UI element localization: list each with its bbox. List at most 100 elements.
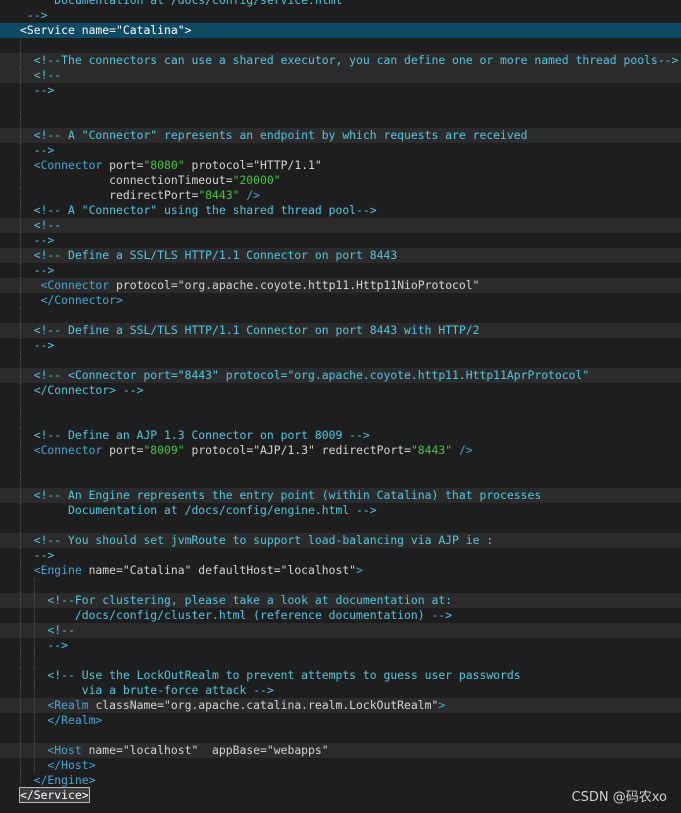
code-line[interactable]: --> [0,638,681,653]
code-token-tag: </Connector> [20,293,123,307]
code-line[interactable]: </Connector> --> [0,383,681,398]
code-token-comment: <!-- [20,68,62,82]
code-text: <Service name="Catalina"> [20,23,191,38]
indent-guide [34,578,35,593]
code-token-tag: <Realm [20,698,96,712]
code-token-comment: <!-- Define a SSL/TLS HTTP/1.1 Connector… [20,323,480,337]
code-line[interactable]: --> [0,233,681,248]
code-token-text: "HTTP/1.1" [253,158,322,172]
code-line[interactable]: --> [0,548,681,563]
code-line[interactable]: <!-- [0,68,681,83]
code-line[interactable] [0,653,681,668]
code-line[interactable]: <!-- Define an AJP 1.3 Connector on port… [0,428,681,443]
indent-guide [20,353,21,368]
code-line[interactable] [0,308,681,323]
code-line[interactable]: <Connector port="8080" protocol="HTTP/1.… [0,158,681,173]
code-token-comment: <!-- [20,218,62,232]
code-text: <!-- Define an AJP 1.3 Connector on port… [20,428,370,443]
code-token-comment: --> [20,548,55,562]
code-line[interactable]: <!-- Use the LockOutRealm to prevent att… [0,668,681,683]
code-text: <!-- [20,218,61,233]
code-text: <Host name="localhost" appBase="webapps" [20,743,329,758]
code-line[interactable]: <Realm className="org.apache.catalina.re… [0,698,681,713]
code-token-comment: <!-- Define an AJP 1.3 Connector on port… [20,428,370,442]
code-line[interactable]: via a brute-force attack --> [0,683,681,698]
code-line[interactable]: <!-- You should set jvmRoute to support … [0,533,681,548]
code-line[interactable]: <!-- [0,218,681,233]
code-editor[interactable]: Documentation at /docs/config/service.ht… [0,0,681,813]
code-line[interactable] [0,578,681,593]
code-text: <!-- Use the LockOutRealm to prevent att… [20,668,520,683]
code-token-comment: <!-- Define a SSL/TLS HTTP/1.1 Connector… [20,248,398,262]
code-line[interactable]: redirectPort="8443" /> [0,188,681,203]
code-line[interactable]: <!-- Define a SSL/TLS HTTP/1.1 Connector… [0,248,681,263]
code-line[interactable]: <!-- A "Connector" represents an endpoin… [0,128,681,143]
code-line[interactable]: /docs/config/cluster.html (reference doc… [0,608,681,623]
code-line[interactable]: Documentation at /docs/config/service.ht… [0,0,681,8]
code-text: <!-- A "Connector" represents an endpoin… [20,128,528,143]
code-text: <!--The connectors can use a shared exec… [20,53,679,68]
code-text: via a brute-force attack --> [20,683,274,698]
code-line[interactable]: <!--For clustering, please take a look a… [0,593,681,608]
code-token-attr: protocol= [116,278,178,292]
code-line[interactable]: <!--The connectors can use a shared exec… [0,53,681,68]
code-token-comment: --> [20,83,55,97]
code-text: <!-- [20,68,61,83]
code-line[interactable]: </Host> [0,758,681,773]
code-text: connectionTimeout="20000" [20,173,280,188]
code-line[interactable]: <Service name="Catalina"> [0,23,681,38]
code-token-text: "webapps" [266,743,329,757]
code-text: <!-- You should set jvmRoute to support … [20,533,493,548]
code-token-comment: /docs/config/cluster.html (reference doc… [20,608,453,622]
code-line[interactable] [0,458,681,473]
code-line[interactable] [0,113,681,128]
code-token-tag: /> [452,443,473,457]
code-line[interactable] [0,398,681,413]
code-line[interactable]: <!-- [0,623,681,638]
code-token-comment: <!-- [20,623,75,637]
code-token-comment: <!-- A "Connector" using the shared thre… [20,203,377,217]
code-line[interactable] [0,353,681,368]
code-line[interactable]: </Realm> [0,713,681,728]
code-line[interactable]: --> [0,8,681,23]
code-token-comment: Documentation at /docs/config/engine.htm… [20,503,377,517]
code-line[interactable] [0,728,681,743]
indent-guide [20,653,21,668]
code-line[interactable] [0,473,681,488]
code-line[interactable]: <!-- <Connector port="8443" protocol="or… [0,368,681,383]
code-line[interactable]: <Connector port="8009" protocol="AJP/1.3… [0,443,681,458]
code-token-attr: redirectPort= [20,188,199,202]
code-text: --> [20,338,55,353]
indent-guide [20,38,21,53]
code-line[interactable]: <Host name="localhost" appBase="webapps" [0,743,681,758]
code-token-comment: --> [20,638,69,652]
code-line[interactable]: --> [0,263,681,278]
code-line[interactable]: --> [0,83,681,98]
indent-guide [20,113,21,128]
code-token-comment: --> [20,233,55,247]
code-line[interactable]: --> [0,143,681,158]
code-line[interactable]: Documentation at /docs/config/engine.htm… [0,503,681,518]
code-line[interactable]: <Connector protocol="org.apache.coyote.h… [0,278,681,293]
code-token-attr: protocol= [184,158,254,172]
code-line[interactable]: <!-- Define a SSL/TLS HTTP/1.1 Connector… [0,323,681,338]
code-token-tag: <Host [20,743,89,757]
code-line[interactable]: <Engine name="Catalina" defaultHost="loc… [0,563,681,578]
code-line[interactable] [0,38,681,53]
indent-guide [34,653,35,668]
code-text: <!-- [20,623,75,638]
code-line[interactable]: --> [0,338,681,353]
code-line[interactable] [0,98,681,113]
code-text: redirectPort="8443" /> [20,188,260,203]
code-text: <!-- Define a SSL/TLS HTTP/1.1 Connector… [20,248,397,263]
code-line[interactable]: </Connector> [0,293,681,308]
code-token-tag: <Connector [20,443,110,457]
code-line[interactable]: <!-- An Engine represents the entry poin… [0,488,681,503]
code-token-attr: className= [95,698,165,712]
code-line[interactable]: connectionTimeout="20000" [0,173,681,188]
code-line[interactable]: <!-- A "Connector" using the shared thre… [0,203,681,218]
code-line[interactable] [0,413,681,428]
code-line[interactable] [0,518,681,533]
code-token-attr: appBase= [198,743,267,757]
code-text: </Connector> [20,293,123,308]
